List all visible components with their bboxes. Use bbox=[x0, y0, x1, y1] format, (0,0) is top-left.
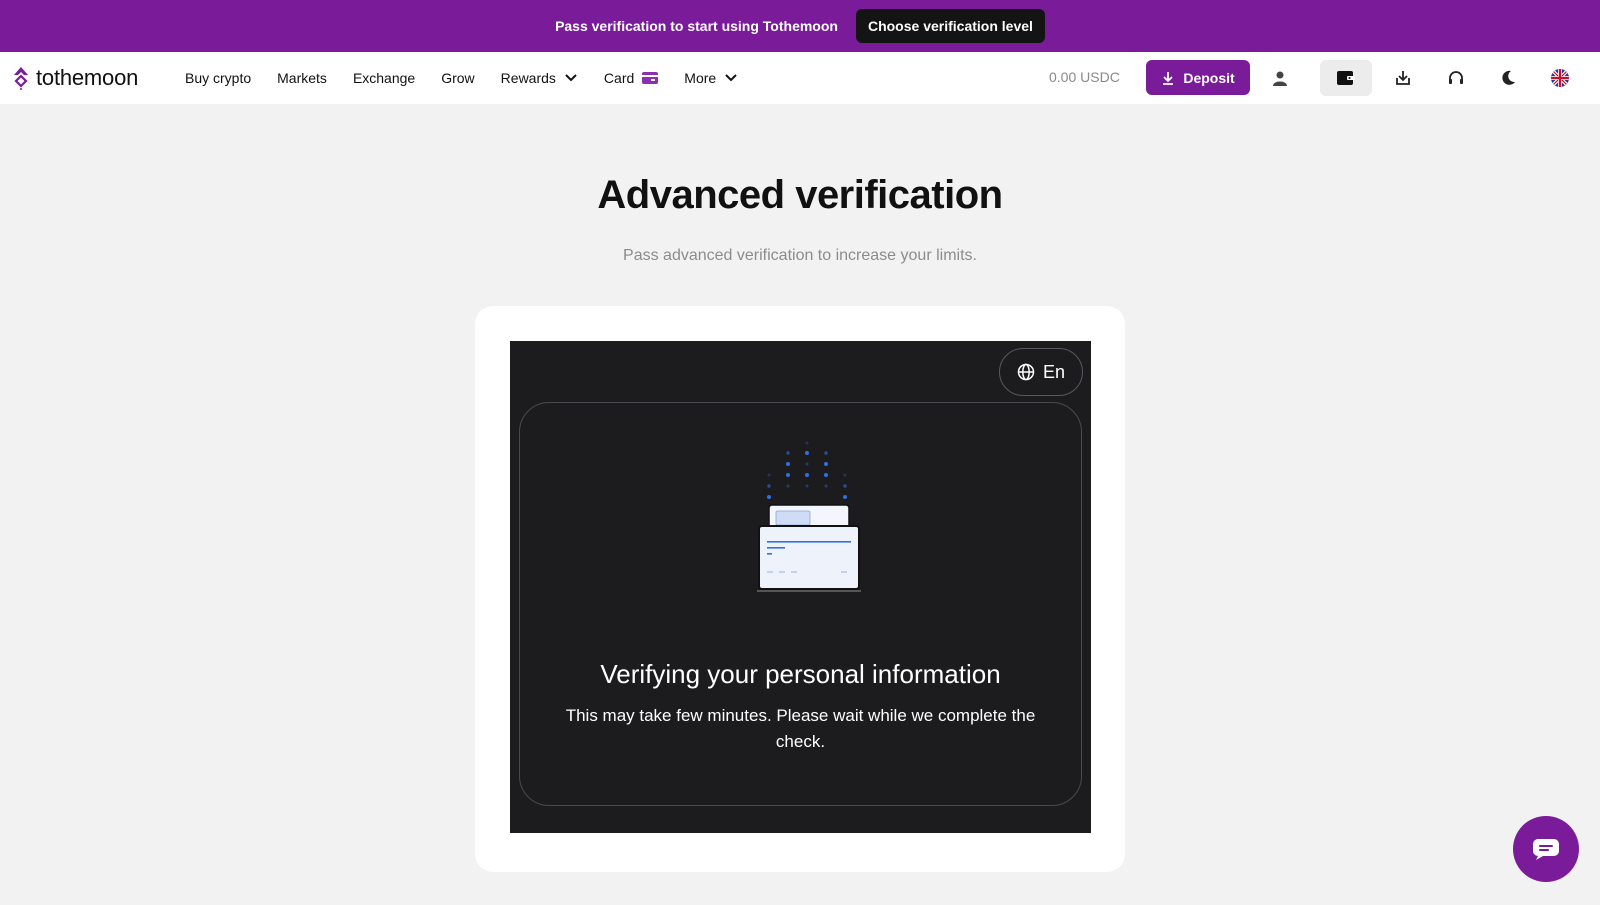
theme-toggle-button[interactable] bbox=[1490, 60, 1526, 96]
choose-verification-level-button[interactable]: Choose verification level bbox=[855, 9, 1045, 43]
chat-icon bbox=[1533, 839, 1559, 860]
download-app-button[interactable] bbox=[1385, 60, 1421, 96]
menu-label: Card bbox=[603, 70, 635, 86]
uk-flag-icon bbox=[1551, 69, 1569, 87]
support-button[interactable] bbox=[1438, 60, 1474, 96]
verification-widget: En Verifying your personal information T… bbox=[510, 341, 1091, 833]
chevron-down-icon bbox=[725, 74, 737, 82]
menu-label: Exchange bbox=[352, 70, 416, 86]
menu-label: Markets bbox=[277, 70, 327, 86]
menu-item-markets[interactable]: Markets bbox=[277, 70, 327, 86]
banner-text: Pass verification to start using Tothemo… bbox=[555, 18, 838, 34]
menu-label: More bbox=[684, 70, 717, 86]
logo-text: tothemoon bbox=[36, 65, 139, 90]
deposit-label: Deposit bbox=[1183, 69, 1235, 86]
menu-label: Buy crypto bbox=[185, 70, 252, 86]
verification-banner: Pass verification to start using Tothemo… bbox=[0, 0, 1600, 52]
wallet-icon bbox=[1337, 71, 1355, 85]
moon-icon bbox=[1502, 70, 1515, 85]
download-icon bbox=[1396, 71, 1410, 85]
menu-item-grow[interactable]: Grow bbox=[441, 70, 474, 86]
verification-status-text: This may take few minutes. Please wait w… bbox=[565, 706, 1036, 751]
menu-item-exchange[interactable]: Exchange bbox=[353, 70, 415, 86]
logo-icon bbox=[14, 67, 28, 90]
page-subtitle: Pass advanced verification to increase y… bbox=[623, 247, 977, 264]
profile-button[interactable] bbox=[1262, 60, 1298, 96]
menu-item-buy-crypto[interactable]: Buy crypto bbox=[185, 70, 251, 86]
language-button[interactable] bbox=[1542, 60, 1578, 96]
logo[interactable]: tothemoon bbox=[12, 65, 138, 91]
verification-status-title: Verifying your personal information bbox=[600, 659, 1001, 689]
chevron-down-icon bbox=[565, 74, 577, 82]
balance-display: 0.00 USDC bbox=[1049, 69, 1120, 85]
deposit-button[interactable]: Deposit bbox=[1146, 60, 1250, 95]
menu-label: Grow bbox=[441, 70, 475, 86]
download-arrow-icon bbox=[1163, 71, 1174, 85]
widget-language-selector[interactable]: En bbox=[999, 348, 1083, 396]
globe-icon bbox=[1017, 363, 1035, 381]
widget-language-label: En bbox=[1042, 361, 1066, 382]
document-scan-illustration bbox=[757, 441, 861, 592]
card-icon bbox=[642, 72, 659, 84]
verification-status-panel: Verifying your personal information This… bbox=[519, 402, 1082, 806]
chat-support-button[interactable] bbox=[1513, 816, 1579, 882]
headset-icon bbox=[1449, 71, 1463, 84]
menu-item-more[interactable]: More bbox=[684, 70, 738, 86]
top-navigation: tothemoon Buy crypto Markets Exchange Gr… bbox=[0, 52, 1600, 104]
page-title: Advanced verification bbox=[597, 173, 1003, 217]
wallet-button[interactable] bbox=[1320, 60, 1372, 96]
menu-item-card[interactable]: Card bbox=[603, 70, 659, 86]
menu-label: Rewards bbox=[500, 70, 556, 86]
menu-item-rewards[interactable]: Rewards bbox=[501, 70, 578, 86]
main-menu: Buy crypto Markets Exchange Grow Rewards… bbox=[185, 52, 764, 104]
user-icon bbox=[1273, 71, 1287, 86]
